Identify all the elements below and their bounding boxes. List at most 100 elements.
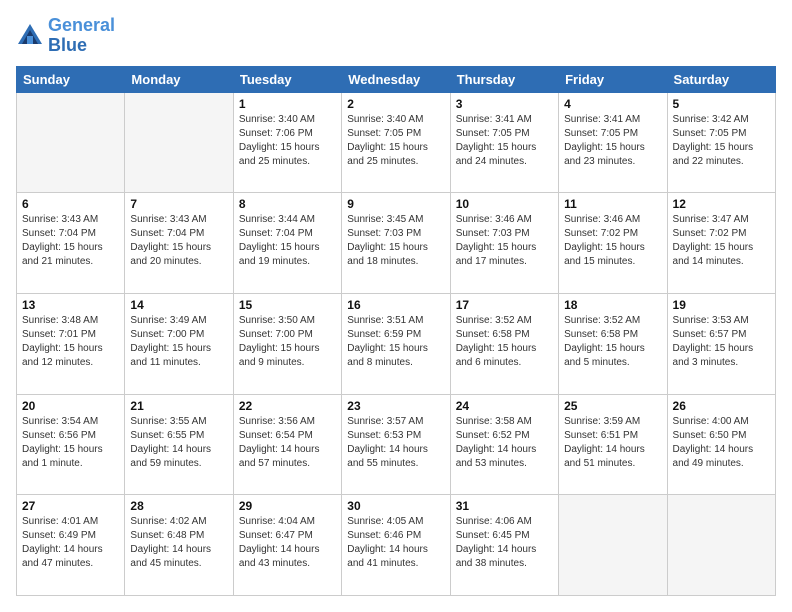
logo-icon bbox=[16, 22, 44, 50]
day-info: Sunrise: 4:04 AMSunset: 6:47 PMDaylight:… bbox=[239, 515, 336, 571]
day-info: Sunrise: 3:47 AMSunset: 7:02 PMDaylight:… bbox=[673, 213, 770, 269]
day-number: 30 bbox=[347, 499, 444, 513]
day-info: Sunrise: 3:46 AMSunset: 7:02 PMDaylight:… bbox=[564, 213, 661, 269]
day-number: 19 bbox=[673, 298, 770, 312]
calendar-cell: 16 Sunrise: 3:51 AMSunset: 6:59 PMDayligh… bbox=[342, 293, 450, 394]
day-number: 22 bbox=[239, 399, 336, 413]
day-number: 5 bbox=[673, 97, 770, 111]
calendar-cell: 11 Sunrise: 3:46 AMSunset: 7:02 PMDayligh… bbox=[559, 193, 667, 294]
calendar-cell: 28Sunrise: 4:02 AMSunset: 6:48 PMDayligh… bbox=[125, 495, 233, 596]
logo: General Blue bbox=[16, 16, 115, 56]
calendar-cell: 22 Sunrise: 3:56 AMSunset: 6:54 PMDayligh… bbox=[233, 394, 341, 495]
calendar-cell: 10Sunrise: 3:46 AMSunset: 7:03 PMDayligh… bbox=[450, 193, 558, 294]
day-info: Sunrise: 3:43 AMSunset: 7:04 PMDaylight:… bbox=[22, 213, 119, 269]
calendar-cell: 29Sunrise: 4:04 AMSunset: 6:47 PMDayligh… bbox=[233, 495, 341, 596]
day-number: 1 bbox=[239, 97, 336, 111]
day-number: 23 bbox=[347, 399, 444, 413]
day-info: Sunrise: 4:06 AMSunset: 6:45 PMDaylight:… bbox=[456, 515, 553, 571]
day-info: Sunrise: 3:45 AMSunset: 7:03 PMDaylight:… bbox=[347, 213, 444, 269]
weekday-header-sunday: Sunday bbox=[17, 66, 125, 92]
day-number: 3 bbox=[456, 97, 553, 111]
day-number: 24 bbox=[456, 399, 553, 413]
calendar-cell: 13 Sunrise: 3:48 AMSunset: 7:01 PMDayligh… bbox=[17, 293, 125, 394]
day-number: 2 bbox=[347, 97, 444, 111]
calendar-cell bbox=[125, 92, 233, 193]
weekday-header-tuesday: Tuesday bbox=[233, 66, 341, 92]
calendar-cell: 14 Sunrise: 3:49 AMSunset: 7:00 PMDayligh… bbox=[125, 293, 233, 394]
day-number: 12 bbox=[673, 197, 770, 211]
day-info: Sunrise: 4:05 AMSunset: 6:46 PMDaylight:… bbox=[347, 515, 444, 571]
week-row-2: 6 Sunrise: 3:43 AMSunset: 7:04 PMDaylight… bbox=[17, 193, 776, 294]
day-number: 9 bbox=[347, 197, 444, 211]
day-number: 4 bbox=[564, 97, 661, 111]
calendar-cell: 2Sunrise: 3:40 AMSunset: 7:05 PMDaylight… bbox=[342, 92, 450, 193]
day-info: Sunrise: 3:50 AMSunset: 7:00 PMDaylight:… bbox=[239, 314, 336, 370]
calendar-cell: 8Sunrise: 3:44 AMSunset: 7:04 PMDaylight… bbox=[233, 193, 341, 294]
weekday-header-friday: Friday bbox=[559, 66, 667, 92]
calendar-cell: 23 Sunrise: 3:57 AMSunset: 6:53 PMDayligh… bbox=[342, 394, 450, 495]
calendar-cell: 31 Sunrise: 4:06 AMSunset: 6:45 PMDayligh… bbox=[450, 495, 558, 596]
day-info: Sunrise: 3:41 AMSunset: 7:05 PMDaylight:… bbox=[456, 113, 553, 169]
week-row-3: 13 Sunrise: 3:48 AMSunset: 7:01 PMDayligh… bbox=[17, 293, 776, 394]
day-info: Sunrise: 3:55 AMSunset: 6:55 PMDaylight:… bbox=[130, 415, 227, 471]
day-number: 20 bbox=[22, 399, 119, 413]
calendar-cell: 1Sunrise: 3:40 AMSunset: 7:06 PMDaylight… bbox=[233, 92, 341, 193]
day-number: 15 bbox=[239, 298, 336, 312]
calendar-cell bbox=[667, 495, 775, 596]
day-number: 25 bbox=[564, 399, 661, 413]
week-row-4: 20Sunrise: 3:54 AMSunset: 6:56 PMDayligh… bbox=[17, 394, 776, 495]
calendar-cell bbox=[559, 495, 667, 596]
calendar-cell: 3 Sunrise: 3:41 AMSunset: 7:05 PMDaylight… bbox=[450, 92, 558, 193]
day-info: Sunrise: 3:51 AMSunset: 6:59 PMDaylight:… bbox=[347, 314, 444, 370]
day-info: Sunrise: 3:46 AMSunset: 7:03 PMDaylight:… bbox=[456, 213, 553, 269]
day-number: 13 bbox=[22, 298, 119, 312]
calendar-cell: 25 Sunrise: 3:59 AMSunset: 6:51 PMDayligh… bbox=[559, 394, 667, 495]
day-info: Sunrise: 3:53 AMSunset: 6:57 PMDaylight:… bbox=[673, 314, 770, 370]
day-number: 6 bbox=[22, 197, 119, 211]
week-row-5: 27 Sunrise: 4:01 AMSunset: 6:49 PMDayligh… bbox=[17, 495, 776, 596]
day-info: Sunrise: 3:52 AMSunset: 6:58 PMDaylight:… bbox=[564, 314, 661, 370]
calendar-cell: 5 Sunrise: 3:42 AMSunset: 7:05 PMDaylight… bbox=[667, 92, 775, 193]
weekday-header-thursday: Thursday bbox=[450, 66, 558, 92]
day-info: Sunrise: 3:43 AMSunset: 7:04 PMDaylight:… bbox=[130, 213, 227, 269]
calendar-cell: 12 Sunrise: 3:47 AMSunset: 7:02 PMDayligh… bbox=[667, 193, 775, 294]
day-number: 18 bbox=[564, 298, 661, 312]
calendar-cell: 6 Sunrise: 3:43 AMSunset: 7:04 PMDaylight… bbox=[17, 193, 125, 294]
day-info: Sunrise: 4:00 AMSunset: 6:50 PMDaylight:… bbox=[673, 415, 770, 471]
day-number: 31 bbox=[456, 499, 553, 513]
calendar-cell: 26 Sunrise: 4:00 AMSunset: 6:50 PMDayligh… bbox=[667, 394, 775, 495]
day-info: Sunrise: 3:48 AMSunset: 7:01 PMDaylight:… bbox=[22, 314, 119, 370]
day-info: Sunrise: 3:44 AMSunset: 7:04 PMDaylight:… bbox=[239, 213, 336, 269]
day-info: Sunrise: 4:01 AMSunset: 6:49 PMDaylight:… bbox=[22, 515, 119, 571]
day-number: 28 bbox=[130, 499, 227, 513]
day-number: 11 bbox=[564, 197, 661, 211]
calendar-cell bbox=[17, 92, 125, 193]
day-number: 7 bbox=[130, 197, 227, 211]
calendar-table: SundayMondayTuesdayWednesdayThursdayFrid… bbox=[16, 66, 776, 596]
calendar-cell: 27 Sunrise: 4:01 AMSunset: 6:49 PMDayligh… bbox=[17, 495, 125, 596]
day-number: 16 bbox=[347, 298, 444, 312]
day-number: 27 bbox=[22, 499, 119, 513]
header: General Blue bbox=[16, 16, 776, 56]
calendar-cell: 18 Sunrise: 3:52 AMSunset: 6:58 PMDayligh… bbox=[559, 293, 667, 394]
calendar-cell: 21 Sunrise: 3:55 AMSunset: 6:55 PMDayligh… bbox=[125, 394, 233, 495]
day-info: Sunrise: 3:57 AMSunset: 6:53 PMDaylight:… bbox=[347, 415, 444, 471]
weekday-header-row: SundayMondayTuesdayWednesdayThursdayFrid… bbox=[17, 66, 776, 92]
page: General Blue SundayMondayTuesdayWednesda… bbox=[0, 0, 792, 612]
day-info: Sunrise: 3:42 AMSunset: 7:05 PMDaylight:… bbox=[673, 113, 770, 169]
day-info: Sunrise: 3:49 AMSunset: 7:00 PMDaylight:… bbox=[130, 314, 227, 370]
day-info: Sunrise: 3:52 AMSunset: 6:58 PMDaylight:… bbox=[456, 314, 553, 370]
day-info: Sunrise: 3:59 AMSunset: 6:51 PMDaylight:… bbox=[564, 415, 661, 471]
calendar-cell: 24 Sunrise: 3:58 AMSunset: 6:52 PMDayligh… bbox=[450, 394, 558, 495]
day-number: 21 bbox=[130, 399, 227, 413]
day-info: Sunrise: 3:58 AMSunset: 6:52 PMDaylight:… bbox=[456, 415, 553, 471]
calendar-cell: 20Sunrise: 3:54 AMSunset: 6:56 PMDayligh… bbox=[17, 394, 125, 495]
calendar-cell: 4Sunrise: 3:41 AMSunset: 7:05 PMDaylight… bbox=[559, 92, 667, 193]
week-row-1: 1Sunrise: 3:40 AMSunset: 7:06 PMDaylight… bbox=[17, 92, 776, 193]
day-info: Sunrise: 3:56 AMSunset: 6:54 PMDaylight:… bbox=[239, 415, 336, 471]
day-number: 14 bbox=[130, 298, 227, 312]
calendar-cell: 30 Sunrise: 4:05 AMSunset: 6:46 PMDayligh… bbox=[342, 495, 450, 596]
day-number: 26 bbox=[673, 399, 770, 413]
weekday-header-monday: Monday bbox=[125, 66, 233, 92]
calendar-cell: 7 Sunrise: 3:43 AMSunset: 7:04 PMDaylight… bbox=[125, 193, 233, 294]
